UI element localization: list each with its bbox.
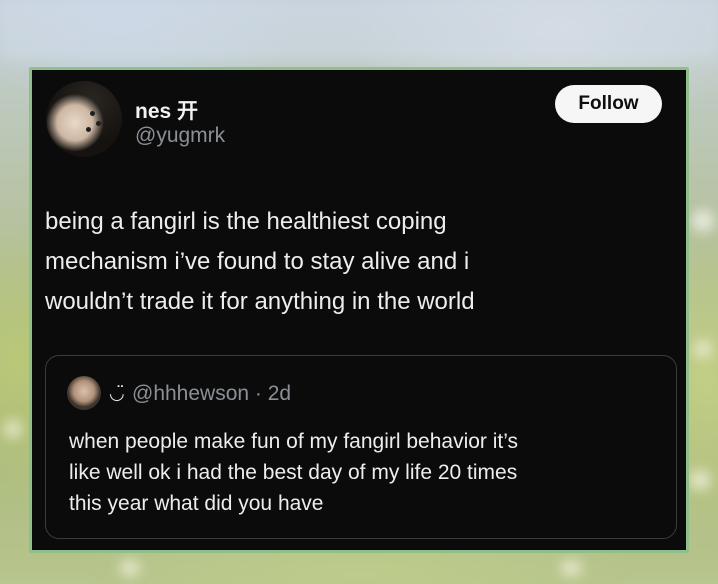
tweet-text-line: being a fangirl is the healthiest coping: [45, 208, 447, 235]
quoted-tweet-text: when people make fun of my fangirl behav…: [69, 426, 669, 519]
author-display-name[interactable]: nes 开: [135, 95, 198, 125]
quoted-author-avatar: [67, 376, 101, 410]
background-flower: [560, 560, 582, 576]
avatar-detail: [96, 121, 101, 126]
background-flower: [4, 420, 22, 438]
author-handle[interactable]: @yugmrk: [135, 124, 225, 148]
tweet-text-line: mechanism i’ve found to stay alive and i: [45, 248, 470, 275]
background-flower: [692, 210, 714, 232]
background-blur: [0, 0, 718, 60]
avatar-detail: [90, 111, 95, 116]
follow-button[interactable]: Follow: [555, 85, 662, 123]
avatar-detail: [86, 127, 91, 132]
background-flower: [120, 560, 140, 576]
quoted-text-line: like well ok i had the best day of my li…: [69, 461, 518, 484]
author-avatar[interactable]: [46, 81, 122, 157]
quoted-tweet[interactable]: ◡̈ @hhhewson · 2d when people make fun o…: [45, 355, 677, 539]
background-flower: [690, 470, 710, 490]
tweet-card: nes 开 @yugmrk Follow being a fangirl is …: [29, 67, 689, 553]
quoted-text-line: when people make fun of my fangirl behav…: [69, 430, 519, 453]
tweet-text-line: wouldn’t trade it for anything in the wo…: [45, 288, 475, 315]
quoted-author-handle-and-time: @hhhewson · 2d: [132, 382, 292, 405]
tweet-text: being a fangirl is the healthiest coping…: [45, 202, 665, 322]
smile-emoji-icon: ◡̈: [109, 383, 125, 403]
background-flower: [694, 340, 712, 358]
quoted-text-line: this year what did you have: [69, 492, 324, 515]
